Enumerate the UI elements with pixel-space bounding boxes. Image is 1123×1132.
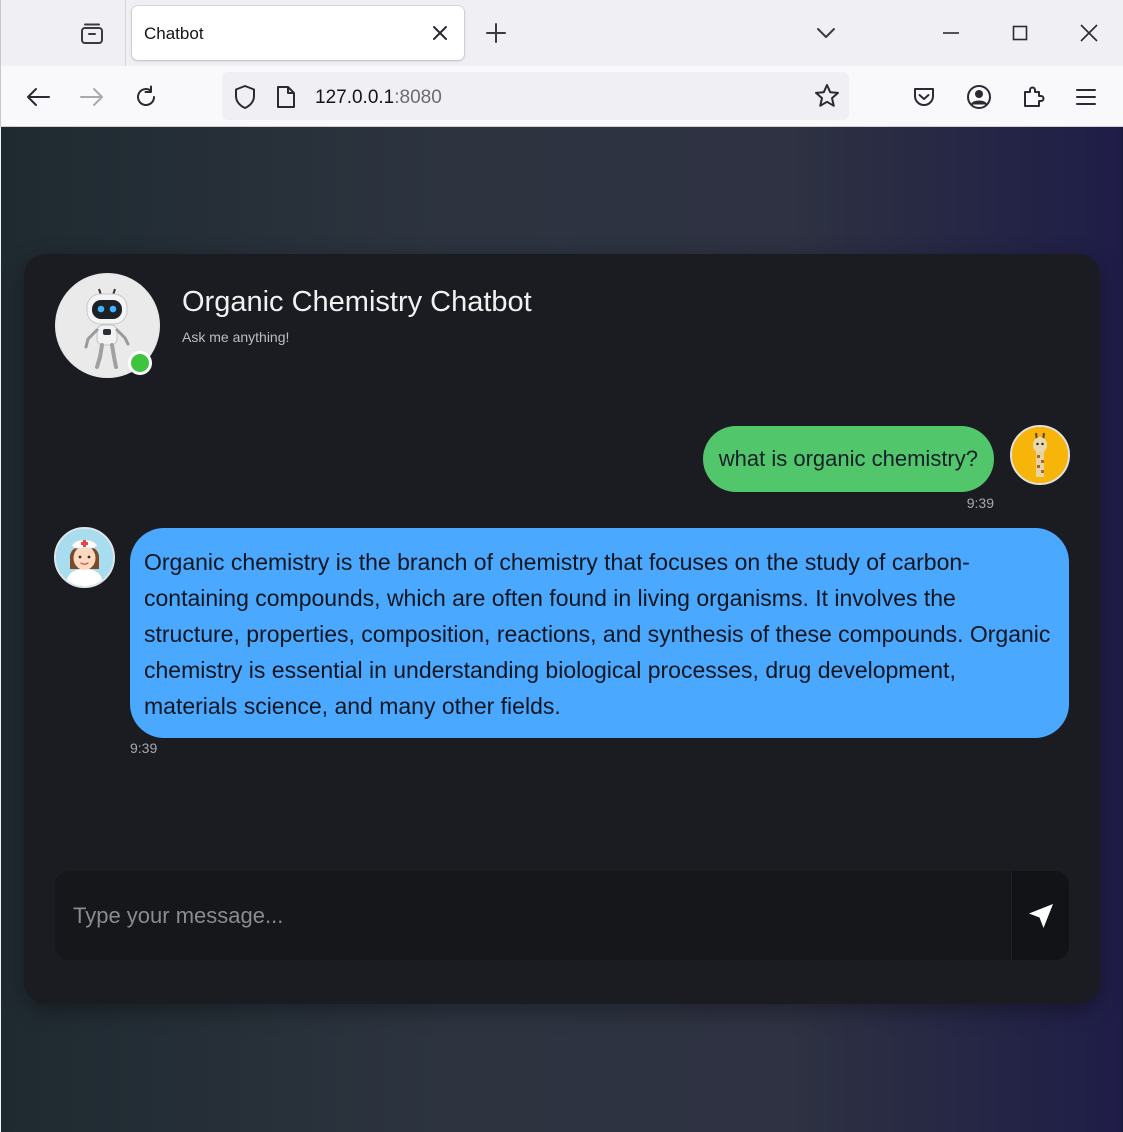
arrow-right-icon[interactable] [75, 80, 109, 114]
bot-message-bubble: Organic chemistry is the branch of chemi… [130, 528, 1069, 738]
url-bar[interactable]: 127.0.0.1:8080 [222, 72, 849, 120]
user-avatar [1010, 425, 1070, 485]
tab-strip: Chatbot [0, 0, 1123, 66]
user-message-bubble: what is organic chemistry? [702, 426, 994, 492]
send-button[interactable] [1011, 871, 1069, 960]
chatbot-avatar [55, 273, 160, 378]
tab-overview-icon[interactable] [71, 16, 113, 52]
user-message-time: 9:39 [966, 495, 994, 511]
tab-separator [125, 0, 126, 66]
plus-icon[interactable] [481, 18, 511, 48]
nurse-icon [56, 529, 113, 586]
navigation-toolbar: 127.0.0.1:8080 [0, 66, 1123, 127]
tab-title: Chatbot [144, 24, 204, 43]
chat-title: Organic Chemistry Chatbot [182, 286, 532, 318]
arrow-left-icon[interactable] [21, 80, 55, 114]
message-composer [55, 871, 1069, 960]
message-input[interactable] [55, 871, 1011, 960]
active-tab[interactable]: Chatbot [132, 6, 464, 60]
bot-avatar [54, 527, 115, 588]
bot-message-time: 9:39 [130, 740, 158, 756]
page-icon[interactable] [274, 84, 298, 110]
pocket-icon[interactable] [907, 80, 941, 114]
chat-card: Organic Chemistry Chatbot Ask me anythin… [24, 254, 1100, 1004]
puzzle-icon[interactable] [1016, 80, 1050, 114]
page-background: Organic Chemistry Chatbot Ask me anythin… [1, 127, 1123, 1132]
close-icon[interactable] [428, 21, 452, 45]
url-host: 127.0.0.1 [315, 87, 395, 108]
reload-icon[interactable] [129, 80, 163, 114]
url-text[interactable]: 127.0.0.1:8080 [315, 87, 442, 109]
online-status-indicator [128, 351, 152, 375]
shield-icon[interactable] [232, 84, 258, 110]
hamburger-icon[interactable] [1069, 80, 1103, 114]
chat-subtitle: Ask me anything! [182, 329, 290, 345]
giraffe-icon [1012, 427, 1068, 483]
account-icon[interactable] [962, 80, 996, 114]
url-port: :8080 [394, 87, 442, 108]
close-icon[interactable] [1067, 14, 1111, 52]
star-icon[interactable] [813, 82, 841, 110]
maximize-icon[interactable] [998, 14, 1042, 52]
chevron-down-icon[interactable] [811, 18, 841, 48]
minimize-icon[interactable] [929, 14, 973, 52]
send-icon [1028, 903, 1053, 928]
